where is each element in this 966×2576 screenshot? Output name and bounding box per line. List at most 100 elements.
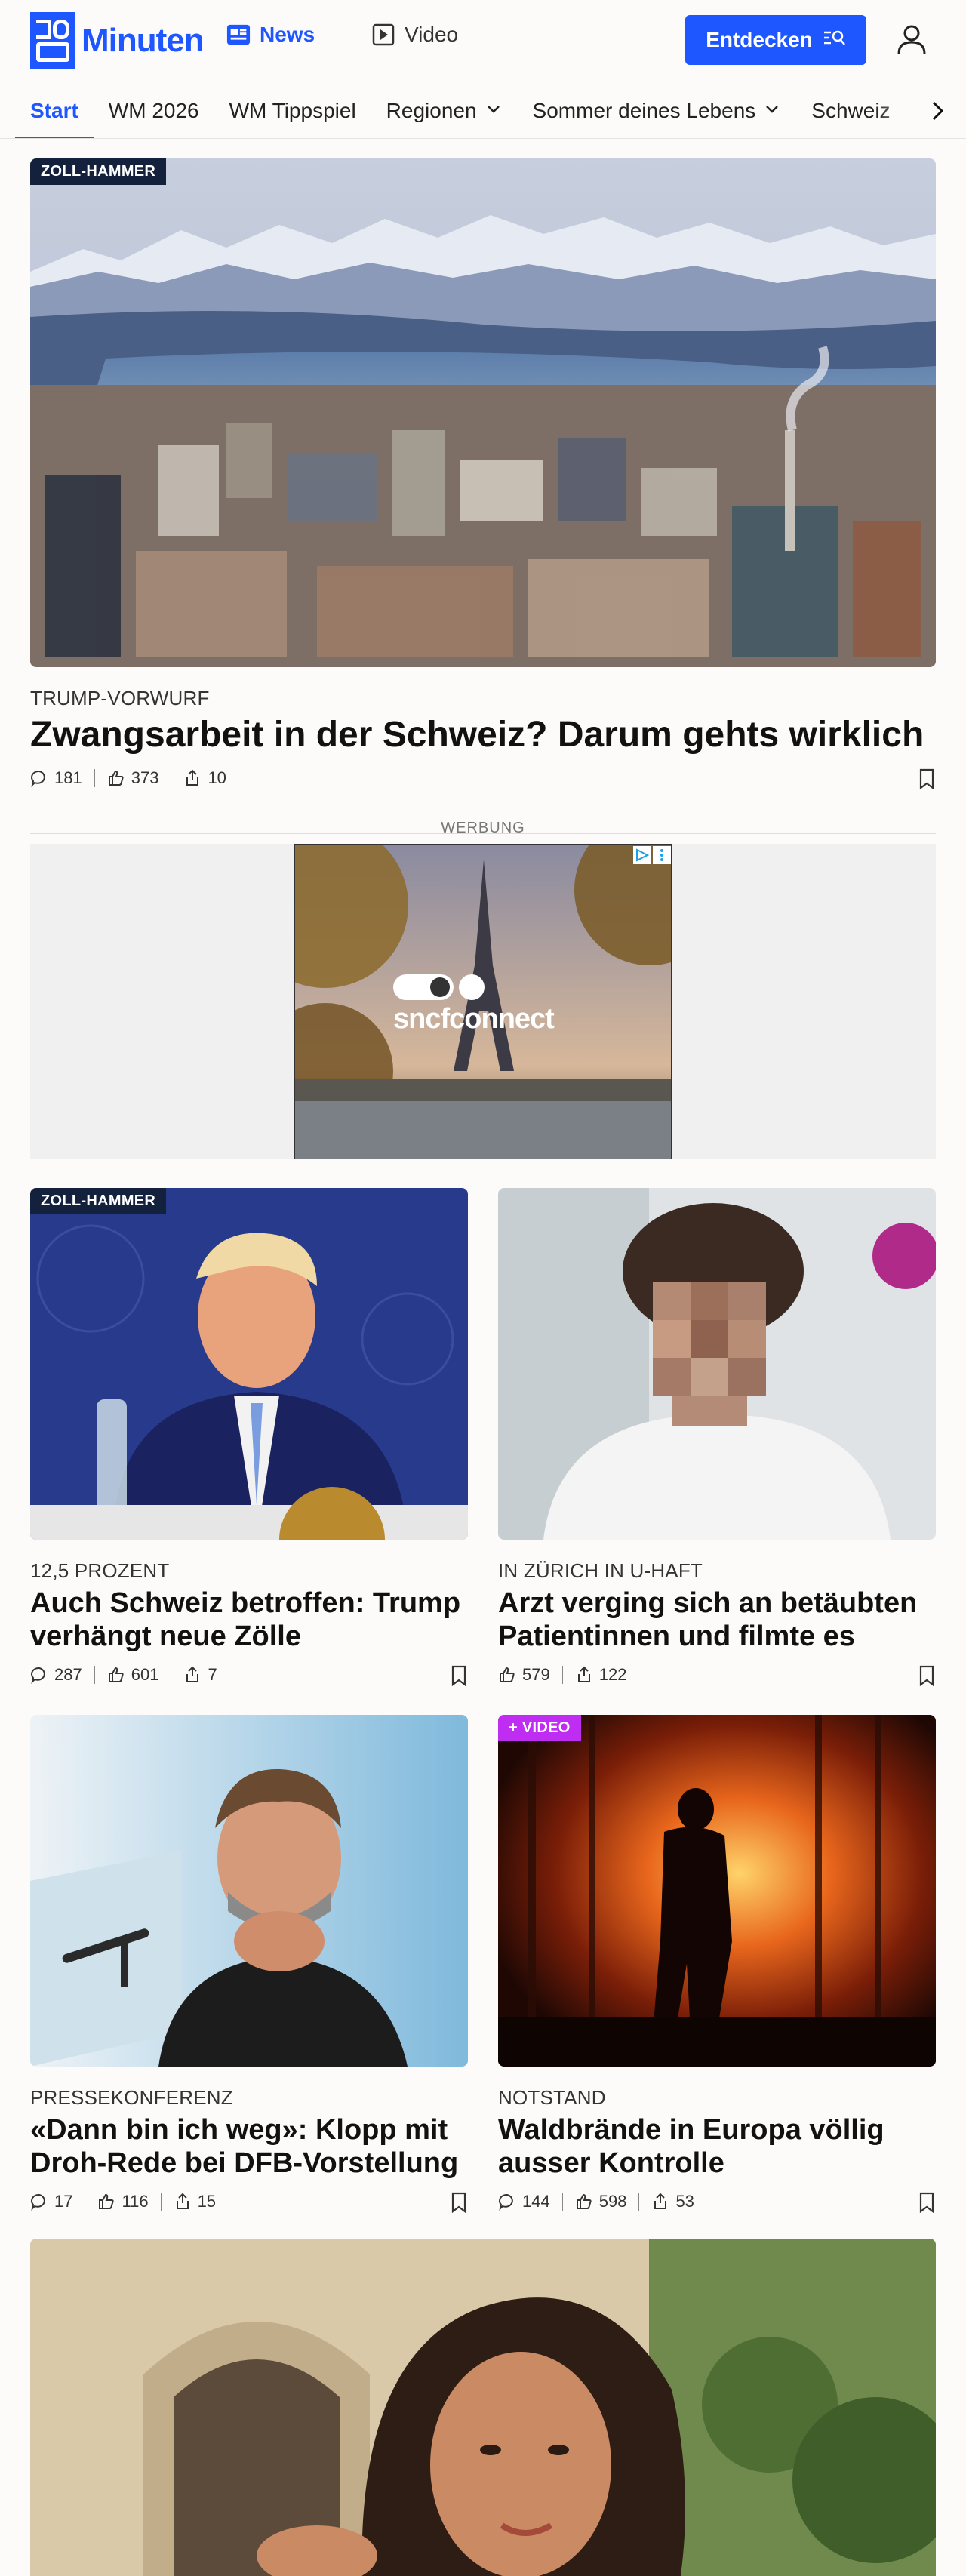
zurich-panorama-image (30, 158, 936, 667)
nav-video-label: Video (405, 23, 459, 46)
sncf-logo (393, 974, 485, 1000)
article-headline[interactable]: Zwangsarbeit in der Schweiz? Darum gehts… (30, 714, 936, 756)
tab-label: Sommer deines Lebens (532, 99, 756, 122)
article-headline[interactable]: «Dann bin ich weg»: Klopp mit Droh-Rede … (30, 2113, 468, 2180)
article-image-klopp[interactable] (30, 1715, 468, 2067)
like-count[interactable]: 373 (107, 768, 159, 788)
tab-label: Start (30, 99, 78, 122)
section-nav: Start WM 2026 WM Tippspiel Regionen Somm… (0, 82, 966, 139)
bookmark-icon[interactable] (918, 768, 939, 790)
like-count[interactable]: 601 (107, 1665, 158, 1685)
like-icon (500, 1667, 515, 1682)
article-headline[interactable]: Auch Schweiz betroffen: Trump verhängt n… (30, 1587, 468, 1653)
nav-video[interactable]: Video (371, 23, 458, 47)
share-count-value: 53 (675, 2192, 694, 2211)
comment-count[interactable]: 181 (30, 768, 82, 788)
comment-count[interactable]: 144 (498, 2192, 550, 2211)
ad-brand-text: sncfconnect (393, 1003, 555, 1035)
article-kicker: IN ZÜRICH IN U-HAFT (498, 1559, 703, 1582)
chevron-down-icon (485, 99, 503, 123)
like-icon (108, 1667, 124, 1682)
category-badge: ZOLL-HAMMER (30, 1188, 167, 1214)
like-count-value: 116 (122, 2192, 149, 2211)
share-count[interactable]: 53 (651, 2192, 694, 2211)
nav-news[interactable]: News (226, 23, 315, 47)
comment-count-value: 181 (54, 768, 82, 787)
like-icon (108, 770, 124, 786)
share-count[interactable]: 15 (174, 2192, 216, 2211)
article-image-doctor[interactable] (498, 1188, 936, 1540)
tab-wm-tippspiel[interactable]: WM Tippspiel (229, 82, 356, 138)
share-icon (186, 1666, 199, 1682)
tab-label: WM 2026 (108, 99, 199, 122)
article-kicker: NOTSTAND (498, 2086, 606, 2109)
article-image-portrait[interactable] (30, 2239, 936, 2576)
comment-count-value: 287 (54, 1665, 82, 1684)
logo-mark-icon (30, 12, 75, 69)
doctor-pixelated-image (498, 1188, 936, 1540)
discover-button-label: Entdecken (706, 28, 813, 51)
share-count[interactable]: 122 (575, 1665, 626, 1685)
ad-divider (30, 833, 936, 834)
ad-label: WERBUNG (441, 820, 525, 836)
share-count[interactable]: 10 (183, 768, 226, 788)
comment-count[interactable]: 287 (30, 1665, 82, 1685)
trump-press-image (30, 1188, 468, 1540)
like-count[interactable]: 598 (575, 2192, 627, 2211)
article-stats: 144 598 53 (498, 2192, 694, 2211)
comment-icon (31, 1667, 45, 1684)
share-icon (577, 1666, 590, 1682)
like-icon (576, 2193, 592, 2209)
woman-portrait-image (30, 2239, 936, 2576)
article-kicker: 12,5 PROZENT (30, 1559, 170, 1582)
article-kicker: PRESSEKONFERENZ (30, 2086, 233, 2109)
article-headline[interactable]: Waldbrände in Europa völlig ausser Kontr… (498, 2113, 936, 2180)
share-icon (176, 2193, 189, 2209)
comment-count-value: 17 (54, 2192, 73, 2211)
comment-icon (31, 2193, 45, 2211)
tab-start[interactable]: Start (15, 82, 94, 138)
logo-text: Minuten (82, 22, 205, 59)
article-headline[interactable]: Arzt verging sich an betäubten Patientin… (498, 1587, 936, 1653)
bookmark-icon[interactable] (918, 2192, 939, 2214)
like-count-value: 598 (598, 2192, 627, 2211)
chevron-down-icon (763, 99, 781, 123)
ad-banner[interactable]: sncfconnect (294, 844, 672, 1159)
share-count[interactable]: 7 (183, 1665, 217, 1685)
comment-icon (499, 2193, 513, 2211)
share-count-value: 15 (197, 2192, 217, 2211)
like-count-value: 373 (131, 768, 159, 787)
bookmark-icon[interactable] (450, 2192, 471, 2214)
user-icon (895, 23, 928, 60)
category-badge: ZOLL-HAMMER (30, 158, 167, 185)
tab-wm-2026[interactable]: WM 2026 (108, 82, 199, 138)
article-image-zurich[interactable]: ZOLL-HAMMER (30, 158, 936, 667)
tab-regionen[interactable]: Regionen (386, 82, 503, 138)
article-image-wildfire[interactable]: + VIDEO (498, 1715, 936, 2067)
nav-news-label: News (260, 23, 315, 46)
share-icon (186, 769, 199, 786)
comment-count-value: 144 (522, 2192, 550, 2211)
chevron-right-icon[interactable] (925, 99, 949, 123)
bookmark-icon[interactable] (918, 1665, 939, 1687)
discover-button[interactable]: Entdecken (685, 15, 866, 65)
article-stats: 17 116 15 (30, 2192, 216, 2211)
bookmark-icon[interactable] (450, 1665, 471, 1687)
tab-label: Regionen (386, 99, 477, 122)
nav-fade (875, 82, 966, 138)
tab-sommer-deines-lebens[interactable]: Sommer deines Lebens (532, 82, 782, 138)
share-count-value: 10 (208, 768, 226, 787)
article-image-trump[interactable]: ZOLL-HAMMER (30, 1188, 468, 1540)
search-icon (823, 28, 846, 52)
article-stats: 287 601 7 (30, 1665, 217, 1685)
tab-label: WM Tippspiel (229, 99, 356, 122)
video-icon (371, 23, 395, 47)
share-count-value: 7 (208, 1665, 217, 1684)
share-icon (654, 2193, 667, 2209)
user-account-button[interactable] (891, 20, 933, 62)
logo[interactable]: Minuten (30, 12, 205, 69)
like-count[interactable]: 579 (498, 1665, 550, 1685)
article-stats: 181 373 10 (30, 768, 226, 788)
like-count[interactable]: 116 (97, 2192, 149, 2211)
comment-count[interactable]: 17 (30, 2192, 72, 2211)
